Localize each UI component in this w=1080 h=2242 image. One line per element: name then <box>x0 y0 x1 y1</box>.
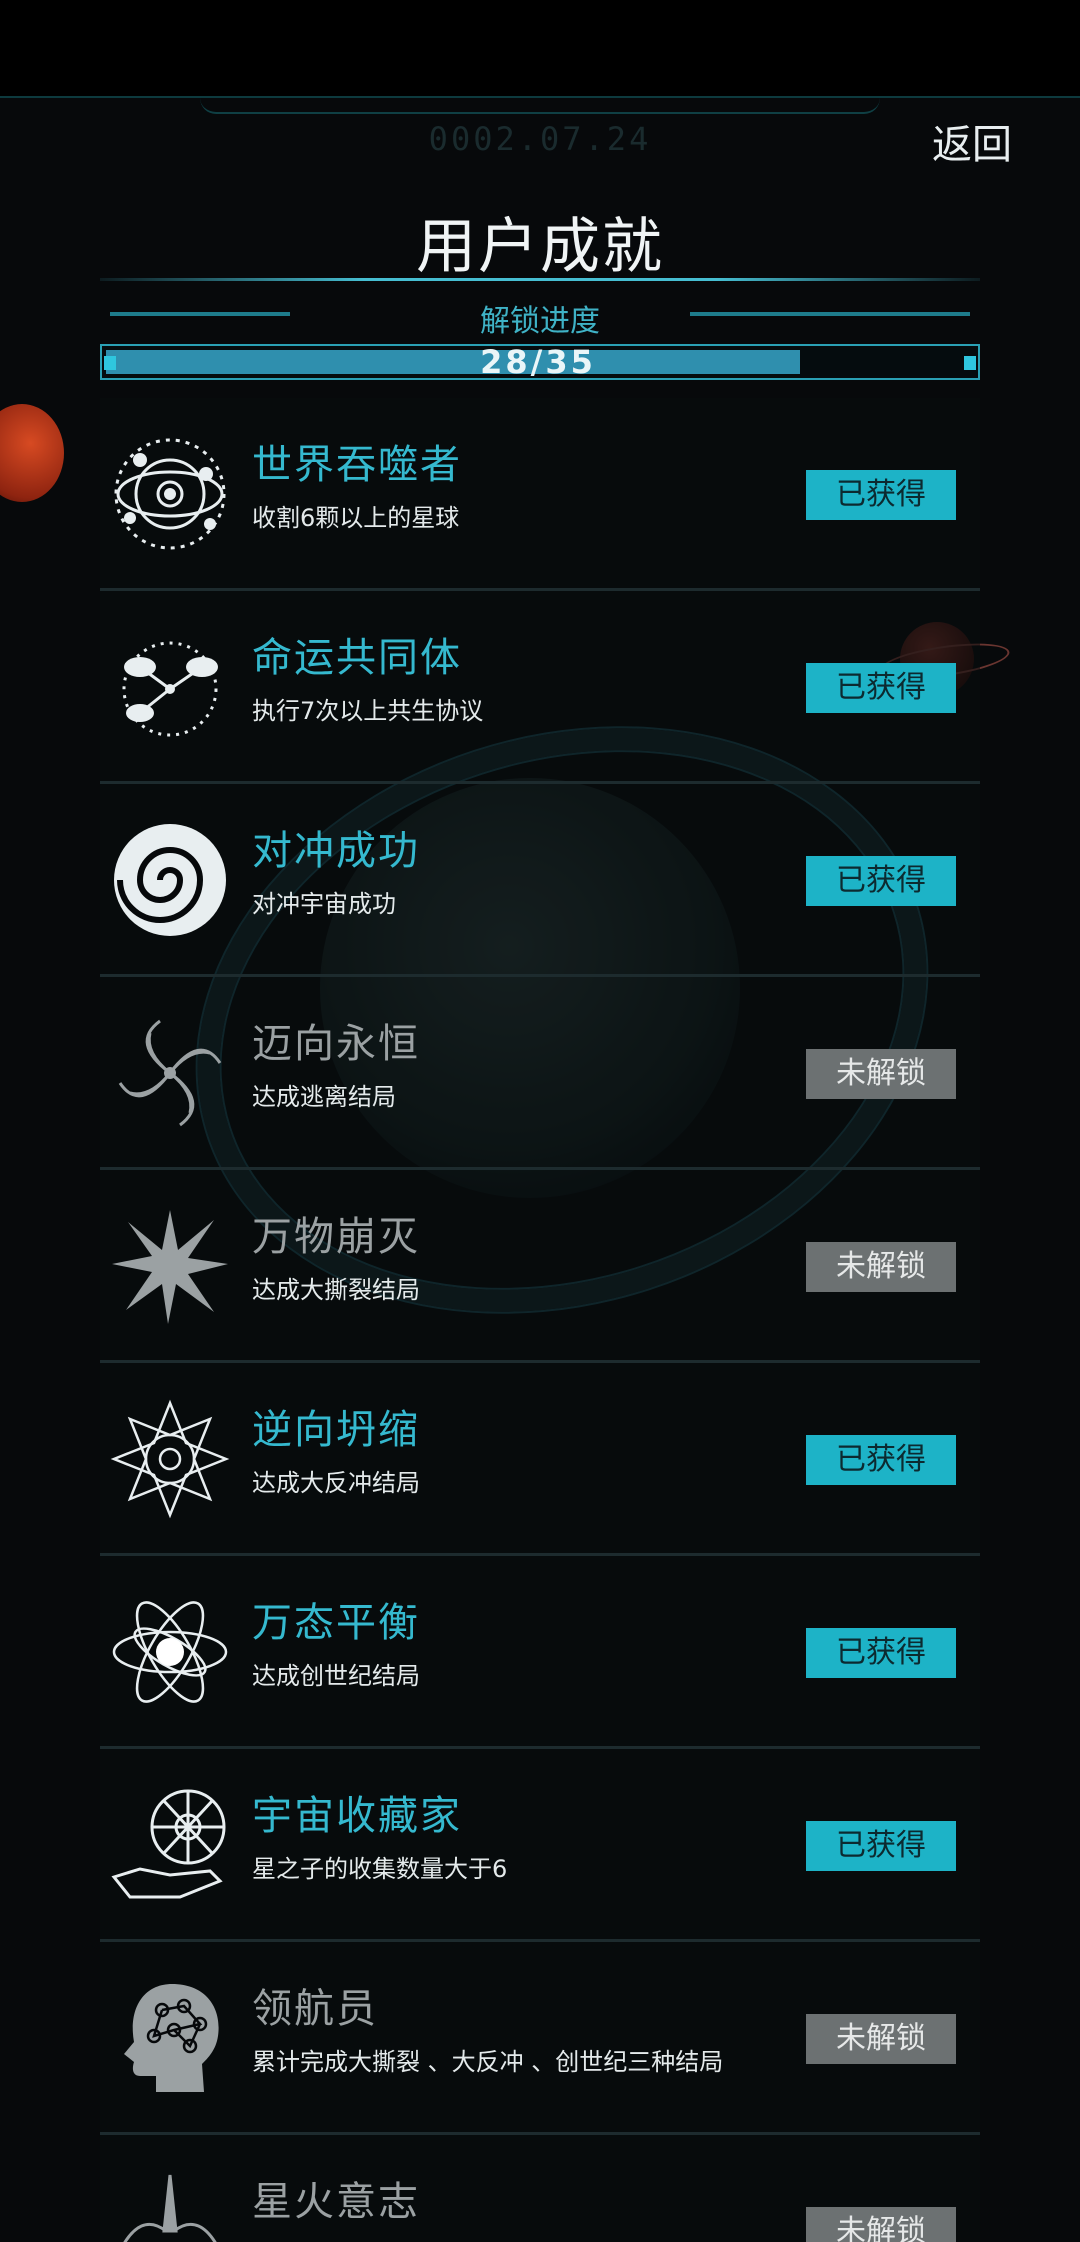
achievement-desc: 达成大撕裂结局 <box>252 1276 420 1304</box>
achievement-status-badge: 未解锁 <box>806 1242 956 1292</box>
achievements-panel: 0002.07.24 返回 用户成就 解锁进度 28/35 世界吞噬者 收割6颗… <box>0 96 1080 2242</box>
achievement-row[interactable]: 万物崩灭 达成大撕裂结局 未解锁 <box>100 1170 980 1363</box>
achievement-row[interactable]: 宇宙收藏家 星之子的收集数量大于6 已获得 <box>100 1749 980 1942</box>
achievement-status-badge: 未解锁 <box>806 2207 956 2242</box>
achievement-desc: 达成创世纪结局 <box>252 1662 420 1690</box>
achievement-name: 命运共同体 <box>252 635 462 681</box>
unlock-progress: 解锁进度 28/35 <box>100 292 980 388</box>
achievement-name: 领航员 <box>252 1986 378 2032</box>
achievement-name: 逆向坍缩 <box>252 1407 420 1453</box>
rising-fire-icon <box>110 2171 230 2242</box>
back-button[interactable]: 返回 <box>932 112 1012 170</box>
page-title: 用户成就 <box>416 212 664 282</box>
atom-orbits-icon <box>110 1592 230 1712</box>
starburst-icon <box>110 1206 230 1326</box>
collector-sphere-icon <box>110 1785 230 1905</box>
achievement-status-badge: 未解锁 <box>806 1049 956 1099</box>
panel-top-tab <box>200 98 880 114</box>
achievement-desc: 累计完成大撕裂 、大反冲 、创世纪三种结局 <box>252 2048 724 2076</box>
progress-bar: 28/35 <box>100 344 980 380</box>
achievement-row[interactable]: 星火意志 未解锁 <box>100 2135 980 2242</box>
achievement-desc: 达成大反冲结局 <box>252 1469 420 1497</box>
achievement-row[interactable]: 逆向坍缩 达成大反冲结局 已获得 <box>100 1363 980 1556</box>
achievement-name: 对冲成功 <box>252 828 420 874</box>
achievement-status-badge: 已获得 <box>806 1435 956 1485</box>
title-divider <box>100 278 980 281</box>
achievement-name: 万物崩灭 <box>252 1214 420 1260</box>
spiral-galaxy-icon <box>110 1013 230 1133</box>
achievement-row[interactable]: 万态平衡 达成创世纪结局 已获得 <box>100 1556 980 1749</box>
achievement-row[interactable]: 世界吞噬者 收割6颗以上的星球 已获得 <box>100 398 980 591</box>
orbit-system-icon <box>110 434 230 554</box>
achievement-status-badge: 已获得 <box>806 470 956 520</box>
achievement-desc: 星之子的收集数量大于6 <box>252 1855 508 1883</box>
achievement-row[interactable]: 迈向永恒 达成逃离结局 未解锁 <box>100 977 980 1170</box>
achievement-desc: 执行7次以上共生协议 <box>252 697 484 725</box>
progress-count: 28/35 <box>480 343 596 381</box>
achievement-name: 世界吞噬者 <box>252 442 462 488</box>
game-date: 0002.07.24 <box>428 120 652 158</box>
achievement-row[interactable]: 领航员 累计完成大撕裂 、大反冲 、创世纪三种结局 未解锁 <box>100 1942 980 2135</box>
progress-label: 解锁进度 <box>480 304 600 339</box>
brain-head-icon <box>110 1978 230 2098</box>
achievement-status-badge: 已获得 <box>806 1628 956 1678</box>
swirl-icon <box>110 820 230 940</box>
achievement-desc: 达成逃离结局 <box>252 1083 396 1111</box>
achievement-row[interactable]: 命运共同体 执行7次以上共生协议 已获得 <box>100 591 980 784</box>
achievement-desc: 收割6颗以上的星球 <box>252 504 460 532</box>
achievement-name: 万态平衡 <box>252 1600 420 1646</box>
achievement-row[interactable]: 对冲成功 对冲宇宙成功 已获得 <box>100 784 980 977</box>
achievement-desc: 对冲宇宙成功 <box>252 890 396 918</box>
mandala-icon <box>110 1399 230 1519</box>
achievement-status-badge: 已获得 <box>806 663 956 713</box>
linked-planets-icon <box>110 627 230 747</box>
achievement-name: 宇宙收藏家 <box>252 1793 462 1839</box>
achievement-status-badge: 已获得 <box>806 856 956 906</box>
achievement-list: 世界吞噬者 收割6颗以上的星球 已获得 命运共同体 执行7次以上共生协议 已获得 <box>100 398 980 2242</box>
red-planet-decoration <box>0 404 64 502</box>
achievement-status-badge: 未解锁 <box>806 2014 956 2064</box>
achievement-name: 迈向永恒 <box>252 1021 420 1067</box>
achievement-status-badge: 已获得 <box>806 1821 956 1871</box>
achievement-name: 星火意志 <box>252 2179 420 2225</box>
